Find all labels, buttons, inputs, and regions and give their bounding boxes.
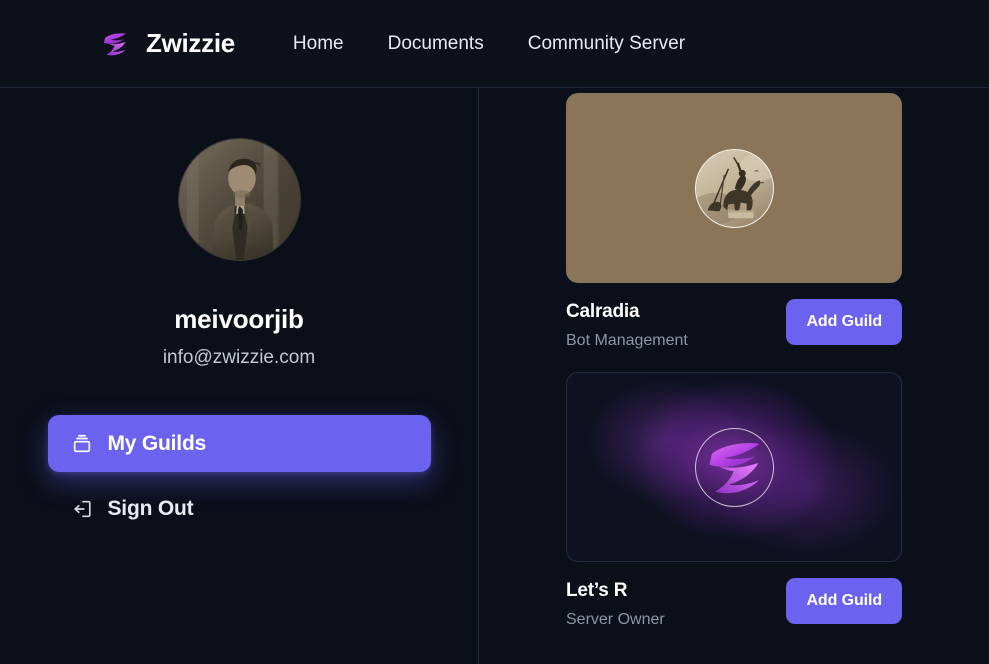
brand[interactable]: Zwizzie <box>98 27 235 61</box>
sidebar-item-label: Sign Out <box>107 496 194 520</box>
add-guild-button[interactable]: Add Guild <box>786 578 902 624</box>
nav-link-home[interactable]: Home <box>293 33 344 55</box>
archive-box-icon <box>70 432 94 456</box>
guild-meta: Let’s R Server Owner Add Guild <box>566 562 902 629</box>
guild-card[interactable]: Calradia Bot Management Add Guild <box>566 93 902 350</box>
guild-texts: Calradia Bot Management <box>566 299 688 350</box>
profile-name: meivoorjib <box>174 304 304 334</box>
profile-email: info@zwizzie.com <box>162 347 316 368</box>
app-root: Zwizzie Home Documents Community Server <box>0 0 989 664</box>
sidebar-item-label: My Guilds <box>107 431 207 455</box>
guild-name: Calradia <box>566 301 640 322</box>
guild-name: Let’s R <box>566 580 628 601</box>
guild-list: Calradia Bot Management Add Guild Let’s … <box>566 88 902 664</box>
add-guild-button[interactable]: Add Guild <box>786 299 902 345</box>
guild-texts: Let’s R Server Owner <box>566 578 665 629</box>
nav-link-community-server[interactable]: Community Server <box>528 33 685 55</box>
zwizzie-bolt-logo-icon <box>694 427 774 507</box>
sidebar-item-sign-out[interactable]: Sign Out <box>48 480 431 537</box>
body: meivoorjib info@zwizzie.com My Guilds Si… <box>0 88 989 664</box>
user-photo-avatar <box>177 138 301 261</box>
top-header: Zwizzie Home Documents Community Server <box>0 0 989 88</box>
guild-role: Bot Management <box>566 332 688 349</box>
guild-meta: Calradia Bot Management Add Guild <box>566 283 902 350</box>
nav-link-documents[interactable]: Documents <box>388 33 484 55</box>
guild-banner <box>566 93 902 283</box>
sidebar-item-my-guilds[interactable]: My Guilds <box>47 415 431 472</box>
guild-banner <box>566 372 902 562</box>
brand-name: Zwizzie <box>146 28 235 58</box>
zwizzie-bolt-logo-icon <box>98 27 132 61</box>
logout-icon <box>70 497 94 521</box>
guild-card[interactable]: Let’s R Server Owner Add Guild <box>566 372 902 629</box>
sidebar-menu: My Guilds Sign Out <box>47 415 431 537</box>
guild-role: Server Owner <box>566 611 665 628</box>
main-nav: Home Documents Community Server <box>293 33 685 55</box>
knight-on-horseback-avatar <box>694 148 774 228</box>
guilds-panel: Calradia Bot Management Add Guild Let’s … <box>479 88 989 664</box>
profile-sidebar: meivoorjib info@zwizzie.com My Guilds Si… <box>0 88 479 664</box>
